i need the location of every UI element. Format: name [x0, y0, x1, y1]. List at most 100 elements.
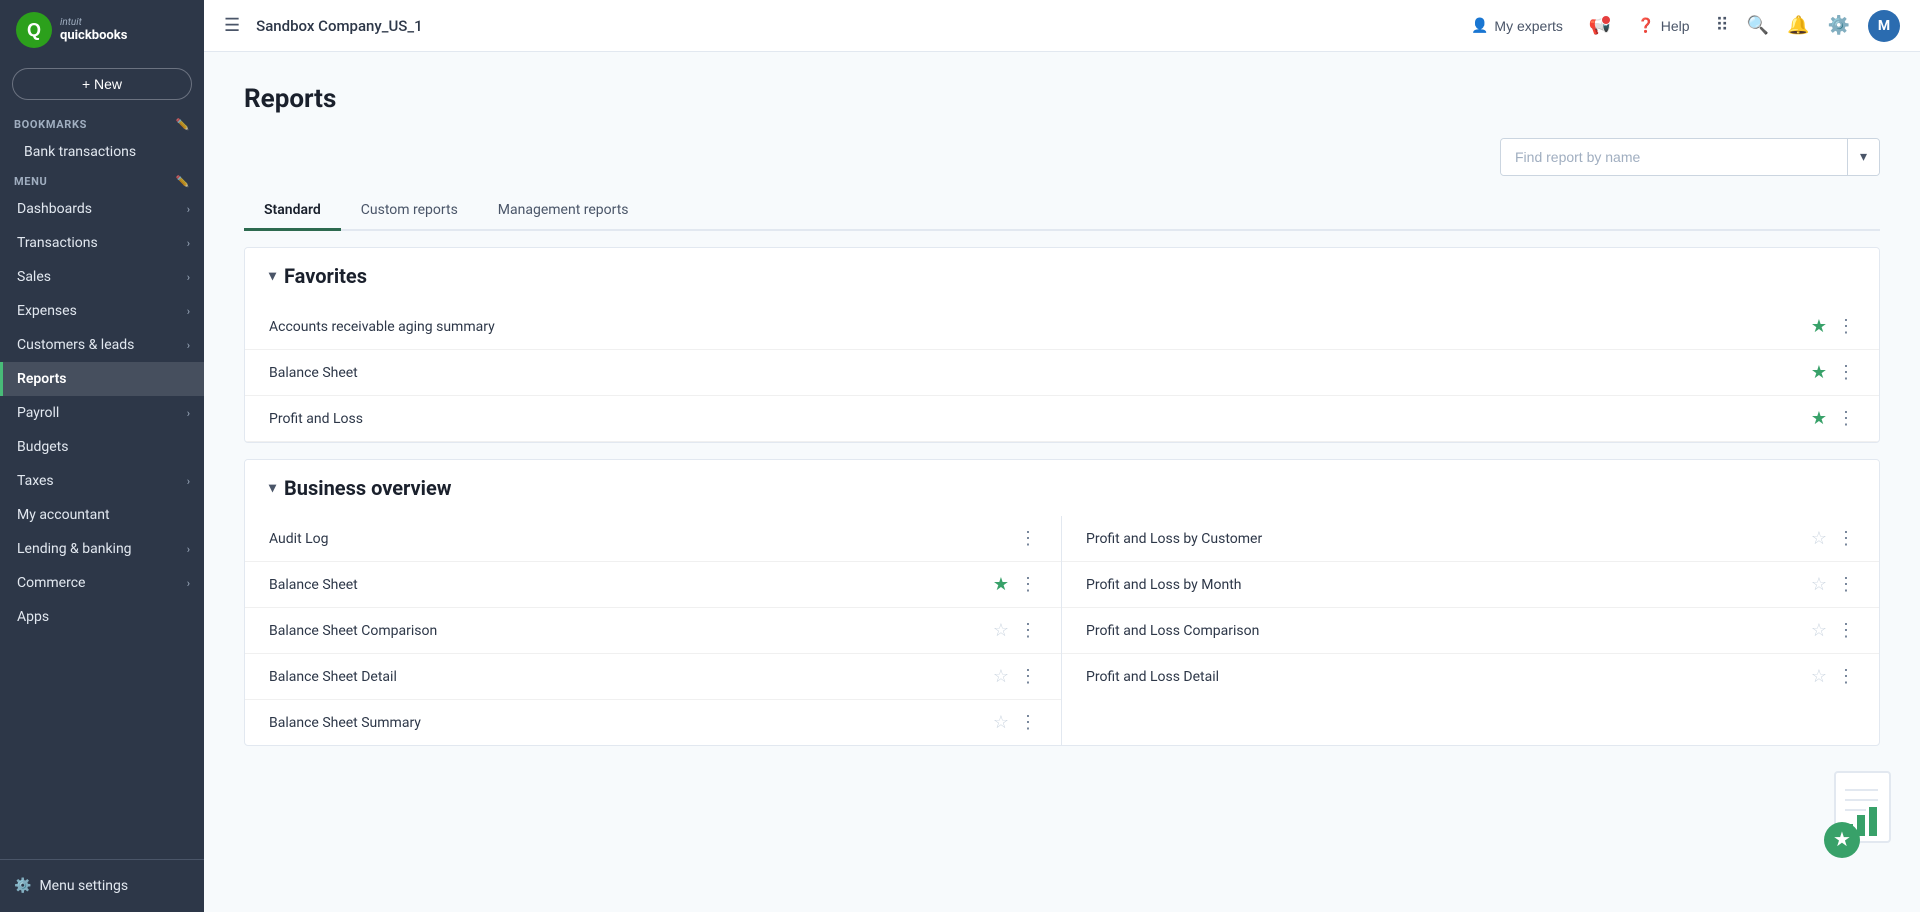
star-icon[interactable]: ☆ — [1811, 666, 1827, 687]
search-icon[interactable]: 🔍 — [1747, 15, 1769, 36]
favorites-row-2[interactable]: Profit and Loss ★ ⋮ — [245, 396, 1879, 442]
business-overview-section: ▾ Business overview Audit Log ⋮ Balance … — [244, 459, 1880, 746]
star-icon[interactable]: ☆ — [1811, 528, 1827, 549]
bo-left-row-0[interactable]: Audit Log ⋮ — [245, 516, 1061, 562]
notification-bell-icon[interactable]: 🔔 — [1787, 15, 1809, 36]
star-icon[interactable]: ★ — [1811, 316, 1827, 337]
sidebar-item-label: Budgets — [17, 439, 68, 455]
more-menu-icon[interactable]: ⋮ — [1019, 620, 1037, 641]
star-icon[interactable]: ★ — [1811, 362, 1827, 383]
more-menu-icon[interactable]: ⋮ — [1837, 666, 1855, 687]
more-menu-icon[interactable]: ⋮ — [1019, 712, 1037, 733]
more-menu-icon[interactable]: ⋮ — [1837, 408, 1855, 429]
sidebar-item-apps[interactable]: Apps — [0, 600, 204, 634]
star-icon[interactable]: ☆ — [993, 666, 1009, 687]
sidebar-item-commerce[interactable]: Commerce › — [0, 566, 204, 600]
favorites-chevron[interactable]: ▾ — [269, 268, 276, 284]
star-icon[interactable]: ★ — [1811, 408, 1827, 429]
topbar: ☰ Sandbox Company_US_1 👤 My experts 📢 ❓ … — [204, 0, 1920, 52]
sidebar-item-payroll[interactable]: Payroll › — [0, 396, 204, 430]
bookmarks-edit-icon[interactable]: ✏️ — [176, 118, 190, 131]
menu-settings-item[interactable]: ⚙️ Menu settings — [14, 870, 190, 902]
star-icon[interactable]: ☆ — [993, 620, 1009, 641]
sidebar-item-label: Reports — [17, 371, 67, 387]
business-overview-title: Business overview — [284, 476, 451, 500]
menu-items-list: Dashboards › Transactions › Sales › Expe… — [0, 192, 204, 634]
more-menu-icon[interactable]: ⋮ — [1837, 316, 1855, 337]
star-icon[interactable]: ☆ — [1811, 620, 1827, 641]
chevron-right-icon: › — [187, 543, 190, 556]
help-button[interactable]: ❓ Help — [1629, 13, 1697, 38]
favorites-row-0[interactable]: Accounts receivable aging summary ★ ⋮ — [245, 304, 1879, 350]
report-label: Balance Sheet Summary — [269, 715, 421, 731]
logo-text: intuit quickbooks — [60, 17, 127, 43]
tab-custom-reports[interactable]: Custom reports — [341, 192, 478, 231]
star-icon[interactable]: ☆ — [993, 712, 1009, 733]
user-avatar[interactable]: M — [1868, 10, 1900, 42]
more-menu-icon[interactable]: ⋮ — [1837, 362, 1855, 383]
chevron-right-icon: › — [187, 237, 190, 250]
menu-edit-icon[interactable]: ✏️ — [176, 175, 190, 188]
hamburger-icon[interactable]: ☰ — [224, 15, 240, 36]
my-experts-button[interactable]: 👤 My experts — [1463, 13, 1571, 38]
bo-left-row-2[interactable]: Balance Sheet Comparison ☆ ⋮ — [245, 608, 1061, 654]
favorites-row-1[interactable]: Balance Sheet ★ ⋮ — [245, 350, 1879, 396]
page-title: Reports — [244, 84, 1880, 114]
bo-right-row-1[interactable]: Profit and Loss by Month ☆ ⋮ — [1062, 562, 1879, 608]
sidebar-item-lending-banking[interactable]: Lending & banking › — [0, 532, 204, 566]
bo-left-row-4[interactable]: Balance Sheet Summary ☆ ⋮ — [245, 700, 1061, 745]
sidebar-item-label: Lending & banking — [17, 541, 132, 557]
sidebar-item-sales[interactable]: Sales › — [0, 260, 204, 294]
settings-icon[interactable]: ⚙️ — [1828, 15, 1850, 36]
favorites-list: Accounts receivable aging summary ★ ⋮ Ba… — [245, 304, 1879, 442]
more-menu-icon[interactable]: ⋮ — [1837, 528, 1855, 549]
more-menu-icon[interactable]: ⋮ — [1019, 666, 1037, 687]
sidebar-item-label: Transactions — [17, 235, 98, 251]
bo-left-row-3[interactable]: Balance Sheet Detail ☆ ⋮ — [245, 654, 1061, 700]
star-icon[interactable]: ★ — [993, 574, 1009, 595]
apps-grid-icon[interactable]: ⠿ — [1716, 15, 1729, 36]
svg-text:Q: Q — [27, 20, 41, 40]
more-menu-icon[interactable]: ⋮ — [1837, 574, 1855, 595]
bo-right-row-3[interactable]: Profit and Loss Detail ☆ ⋮ — [1062, 654, 1879, 699]
sidebar-item-label: Dashboards — [17, 201, 92, 217]
settings-gear-icon: ⚙️ — [14, 878, 31, 894]
sidebar-item-label: Taxes — [17, 473, 54, 489]
tab-management-reports[interactable]: Management reports — [478, 192, 649, 231]
bo-right-row-2[interactable]: Profit and Loss Comparison ☆ ⋮ — [1062, 608, 1879, 654]
bo-left-row-1[interactable]: Balance Sheet ★ ⋮ — [245, 562, 1061, 608]
new-button[interactable]: + New — [12, 68, 192, 100]
search-dropdown-button[interactable]: ▾ — [1847, 139, 1879, 175]
megaphone-icon[interactable]: 📢 — [1589, 15, 1611, 36]
sidebar-item-bank-transactions[interactable]: Bank transactions — [0, 135, 204, 169]
chevron-right-icon: › — [187, 339, 190, 352]
search-box: ▾ — [1500, 138, 1880, 176]
sidebar-item-transactions[interactable]: Transactions › — [0, 226, 204, 260]
sidebar-item-reports[interactable]: Reports — [0, 362, 204, 396]
more-menu-icon[interactable]: ⋮ — [1019, 528, 1037, 549]
more-menu-icon[interactable]: ⋮ — [1019, 574, 1037, 595]
company-name: Sandbox Company_US_1 — [256, 17, 422, 35]
report-label: Balance Sheet Detail — [269, 669, 397, 685]
star-icon[interactable]: ☆ — [1811, 574, 1827, 595]
new-button-wrap: + New — [0, 60, 204, 112]
sidebar-item-dashboards[interactable]: Dashboards › — [0, 192, 204, 226]
bo-right-row-0[interactable]: Profit and Loss by Customer ☆ ⋮ — [1062, 516, 1879, 562]
sidebar-item-expenses[interactable]: Expenses › — [0, 294, 204, 328]
report-label: Balance Sheet Comparison — [269, 623, 437, 639]
sidebar-item-customers-leads[interactable]: Customers & leads › — [0, 328, 204, 362]
sidebar-item-my-accountant[interactable]: My accountant — [0, 498, 204, 532]
sidebar-item-taxes[interactable]: Taxes › — [0, 464, 204, 498]
tab-standard[interactable]: Standard — [244, 192, 341, 231]
more-menu-icon[interactable]: ⋮ — [1837, 620, 1855, 641]
help-icon: ❓ — [1637, 17, 1654, 34]
bookmarks-section-header: BOOKMARKS ✏️ — [0, 112, 204, 135]
sidebar-item-budgets[interactable]: Budgets — [0, 430, 204, 464]
sidebar-item-label: Payroll — [17, 405, 59, 421]
search-input[interactable] — [1501, 139, 1847, 175]
logo-area: Q intuit quickbooks — [0, 0, 204, 60]
business-overview-columns: Audit Log ⋮ Balance Sheet ★ ⋮ Balance Sh… — [245, 516, 1879, 745]
business-overview-chevron[interactable]: ▾ — [269, 480, 276, 496]
my-experts-icon: 👤 — [1471, 17, 1488, 34]
report-label: Accounts receivable aging summary — [269, 319, 495, 335]
